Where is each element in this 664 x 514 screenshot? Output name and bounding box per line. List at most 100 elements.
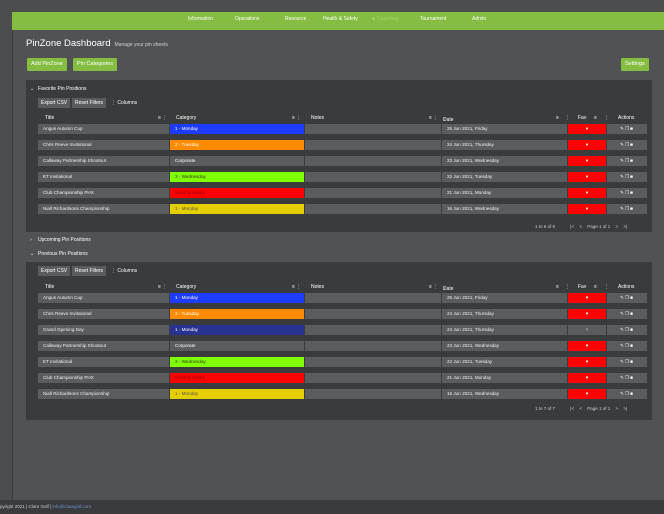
favorite-heart-icon[interactable]: ♥ xyxy=(568,341,606,351)
delete-icon[interactable]: ■ xyxy=(630,142,634,147)
nav-item-tournament[interactable]: Tournament xyxy=(420,16,446,22)
nav-item-admin[interactable]: Admin xyxy=(472,16,486,22)
actions-cell: ✎❐■ xyxy=(607,341,647,351)
prev-page-icon[interactable]: < xyxy=(579,406,582,411)
delete-icon[interactable]: ■ xyxy=(630,190,634,195)
last-page-icon[interactable]: >| xyxy=(623,406,627,411)
upcoming-section-title: Upcoming Pin Positions xyxy=(38,237,91,243)
delete-icon[interactable]: ■ xyxy=(630,126,634,131)
settings-button[interactable]: Settings xyxy=(621,58,649,71)
favorite-heart-icon[interactable]: ♥ xyxy=(568,172,606,182)
export-csv-button[interactable]: Export CSV xyxy=(38,98,71,108)
table-row[interactable]: Angus Autumn Cup 1 - Monday 25 Jun 2021, F… xyxy=(38,124,647,135)
pin-categories-button[interactable]: Pin Categories xyxy=(73,58,118,71)
col-menu-icon[interactable]: ≡ xyxy=(556,115,559,121)
prev-page-icon[interactable]: < xyxy=(579,224,582,229)
table-row[interactable]: Club Championship PHX Monthly Medal 21 Jun… xyxy=(38,188,647,199)
col-title-header[interactable]: Title xyxy=(45,115,54,121)
table-row[interactable]: Chris Reeve Invitational 2 - Tuesday 24 Ju… xyxy=(38,140,647,151)
table-row[interactable]: Callaway Partnership Shootout Corporate 23… xyxy=(38,156,647,167)
col-category-header[interactable]: Category xyxy=(176,284,196,290)
delete-icon[interactable]: ■ xyxy=(630,158,634,163)
favorite-heart-icon[interactable]: ♥ xyxy=(568,389,606,399)
delete-icon[interactable]: ■ xyxy=(630,375,634,380)
date-cell: 23 Jun 2021, Wednesday xyxy=(442,341,567,351)
col-menu-icon[interactable]: ⋮ xyxy=(565,284,570,290)
table-row[interactable]: ET Invitational 3 - Wednesday 22 Jun 2021,… xyxy=(38,357,647,368)
table-row[interactable]: Niall Richardsons Championship 1 - Monday… xyxy=(38,389,647,400)
nav-item-resource[interactable]: Resource xyxy=(285,16,306,22)
col-menu-icon[interactable]: ≡ ⋮ xyxy=(429,115,438,121)
col-menu-icon[interactable]: ≡ ⋮ xyxy=(292,284,301,290)
row-count: 1 to 7 of 7 xyxy=(535,406,556,411)
nav-item-operations[interactable]: Operations xyxy=(235,16,259,22)
col-menu-icon[interactable]: ≡ xyxy=(594,115,597,121)
favorite-heart-icon[interactable]: ♥ xyxy=(568,325,606,335)
first-page-icon[interactable]: |< xyxy=(570,406,574,411)
col-menu-icon[interactable]: ⋮ xyxy=(604,115,609,121)
col-menu-icon[interactable]: ≡ xyxy=(594,284,597,290)
delete-icon[interactable]: ■ xyxy=(630,174,634,179)
favorite-heart-icon[interactable]: ♥ xyxy=(568,293,606,303)
col-menu-icon[interactable]: ≡ ⋮ xyxy=(429,284,438,290)
col-menu-icon[interactable]: ⋮ xyxy=(604,284,609,290)
reset-filters-button[interactable]: Reset Filters xyxy=(72,98,107,108)
favorite-heart-icon[interactable]: ♥ xyxy=(568,309,606,319)
delete-icon[interactable]: ■ xyxy=(630,295,634,300)
table-row[interactable]: ET Invitational 3 - Wednesday 22 Jun 2021,… xyxy=(38,172,647,183)
delete-icon[interactable]: ■ xyxy=(630,311,634,316)
table-row[interactable]: Chris Reeve Invitational 2 - Tuesday 24 Ju… xyxy=(38,309,647,320)
columns-icon: ⋮ xyxy=(111,100,116,106)
col-actions-header[interactable]: Actions xyxy=(618,115,634,121)
favorite-section-toggle[interactable]: ⌄ Favorite Pin Positions xyxy=(30,86,86,92)
table-row[interactable]: Niall Richardsons Championship 1 - Monday… xyxy=(38,204,647,215)
favorite-heart-icon[interactable]: ♥ xyxy=(568,124,606,134)
favorite-heart-icon[interactable]: ♥ xyxy=(568,140,606,150)
table-row[interactable]: Callaway Partnership Shootout Corporate 23… xyxy=(38,341,647,352)
col-fav-header[interactable]: Fav xyxy=(578,115,586,121)
favorite-heart-icon[interactable]: ♥ xyxy=(568,156,606,166)
col-title-header[interactable]: Title xyxy=(45,284,54,290)
col-actions-header[interactable]: Actions xyxy=(618,284,634,290)
table-row[interactable]: Angus Autumn Cup 1 - Monday 25 Jun 2021, F… xyxy=(38,293,647,304)
nav-item-health-safety[interactable]: Health & Safety xyxy=(323,16,358,22)
category-cell: 2 - Tuesday xyxy=(170,309,304,319)
col-menu-icon[interactable]: ≡ ⋮ xyxy=(292,115,301,121)
col-notes-header[interactable]: Notes xyxy=(311,284,324,290)
reset-filters-button[interactable]: Reset Filters xyxy=(72,266,107,276)
col-menu-icon[interactable]: ⋮ xyxy=(565,115,570,121)
col-menu-icon[interactable]: ≡ ⋮ xyxy=(158,284,167,290)
columns-button[interactable]: ⋮ Columns xyxy=(111,268,137,274)
add-pinzone-button[interactable]: Add PinZone xyxy=(27,58,67,71)
favorite-heart-icon[interactable]: ♥ xyxy=(568,204,606,214)
last-page-icon[interactable]: >| xyxy=(623,224,627,229)
grid-header: Title ≡ ⋮ Category ≡ ⋮ Notes ≡ ⋮ Date ↓ … xyxy=(38,282,647,292)
delete-icon[interactable]: ■ xyxy=(630,327,634,332)
next-page-icon[interactable]: > xyxy=(616,224,619,229)
col-notes-header[interactable]: Notes xyxy=(311,115,324,121)
delete-icon[interactable]: ■ xyxy=(630,359,634,364)
footer-email-link[interactable]: info@claregolf.com xyxy=(52,504,91,509)
date-cell: 23 Jun 2021, Wednesday xyxy=(442,156,567,166)
columns-button[interactable]: ⋮ Columns xyxy=(111,100,137,106)
col-fav-header[interactable]: Fav xyxy=(578,284,586,290)
table-row[interactable]: Grand Opening Day 1 - Monday 24 Jun 2021, … xyxy=(38,325,647,336)
previous-section-toggle[interactable]: ⌄ Previous Pin Positions xyxy=(30,251,88,257)
next-page-icon[interactable]: > xyxy=(616,406,619,411)
col-menu-icon[interactable]: ≡ xyxy=(556,284,559,290)
delete-icon[interactable]: ■ xyxy=(630,343,634,348)
table-row[interactable]: Club Championship PHX Monthly Medal 21 Jun… xyxy=(38,373,647,384)
col-menu-icon[interactable]: ≡ ⋮ xyxy=(158,115,167,121)
favorite-heart-icon[interactable]: ♥ xyxy=(568,373,606,383)
favorite-heart-icon[interactable]: ♥ xyxy=(568,357,606,367)
delete-icon[interactable]: ■ xyxy=(630,206,634,211)
favorite-heart-icon[interactable]: ♥ xyxy=(568,188,606,198)
date-cell: 21 Jun 2021, Monday xyxy=(442,373,567,383)
col-category-header[interactable]: Category xyxy=(176,115,196,121)
upcoming-section-toggle[interactable]: › Upcoming Pin Positions xyxy=(30,237,91,243)
delete-icon[interactable]: ■ xyxy=(630,391,634,396)
first-page-icon[interactable]: |< xyxy=(570,224,574,229)
nav-item-coaching[interactable]: ■ Coaching xyxy=(372,16,398,22)
export-csv-button[interactable]: Export CSV xyxy=(38,266,71,276)
nav-item-information[interactable]: Information xyxy=(188,16,213,22)
